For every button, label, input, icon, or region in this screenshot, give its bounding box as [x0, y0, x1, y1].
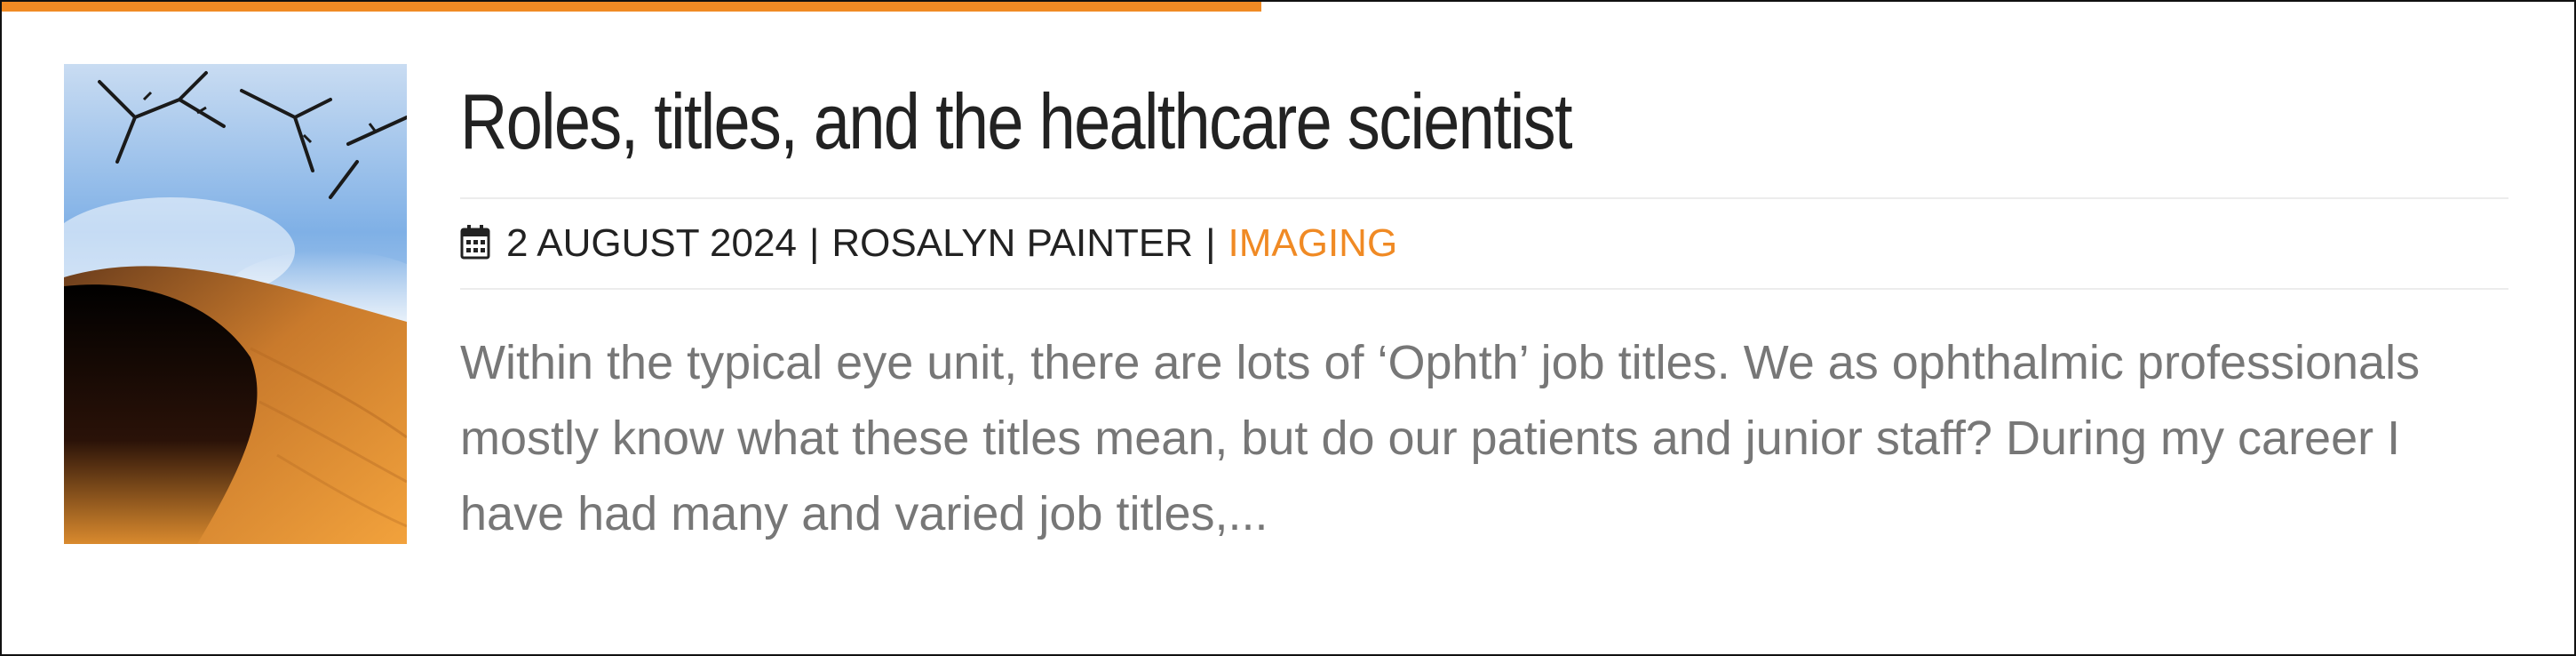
post-author[interactable]: ROSALYN PAINTER [831, 221, 1193, 266]
accent-bar [2, 2, 1261, 12]
post-category-link[interactable]: IMAGING [1228, 221, 1398, 266]
desert-sky-thumbnail-icon [64, 64, 407, 544]
meta-separator: | [808, 221, 820, 265]
post-excerpt: Within the typical eye unit, there are l… [460, 336, 2421, 540]
meta-separator: | [1205, 221, 1216, 265]
post-thumbnail[interactable] [64, 64, 407, 544]
calendar-icon [460, 224, 490, 260]
post-meta: 2 AUGUST 2024 | ROSALYN PAINTER | IMAGIN… [460, 199, 2508, 288]
post-date: 2 AUGUST 2024 [506, 221, 797, 265]
post-content: Roles, titles, and the healthcare scient… [460, 64, 2508, 600]
post-card: Roles, titles, and the healthcare scient… [0, 0, 2576, 656]
post-title[interactable]: Roles, titles, and the healthcare scient… [460, 64, 2181, 180]
meta-divider-bottom [460, 288, 2508, 290]
